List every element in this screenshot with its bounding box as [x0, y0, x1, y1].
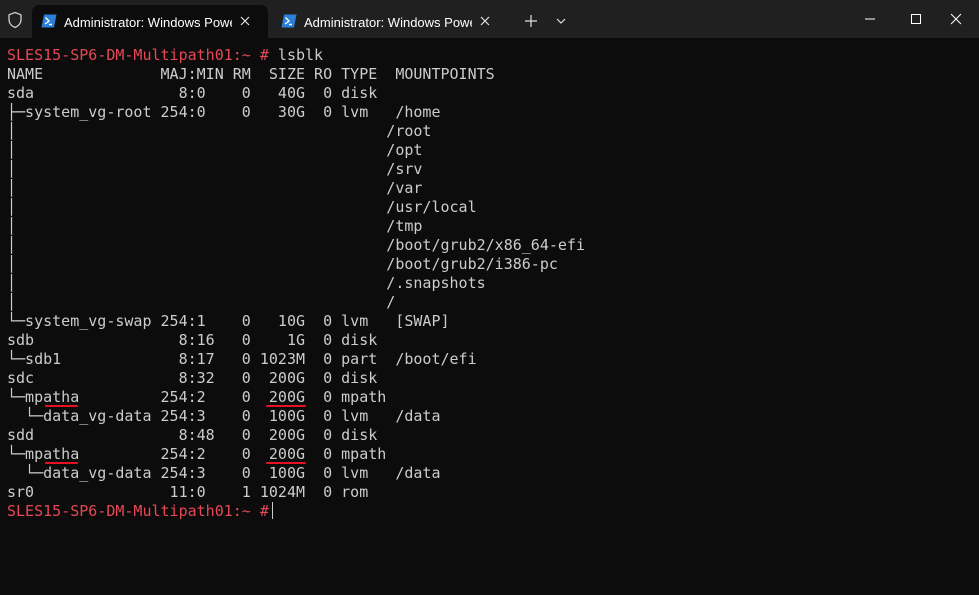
- output-row: │ /opt: [7, 141, 423, 159]
- shell-prompt: SLES15-SP6-DM-Multipath01:~ #: [7, 502, 269, 520]
- text-cursor: [271, 502, 273, 519]
- size-underline: [266, 462, 306, 464]
- output-row: │ /var: [7, 179, 423, 197]
- title-bar: Administrator: Windows PowerShell Admini…: [0, 0, 979, 38]
- tab-title: Administrator: Windows PowerShell: [64, 15, 232, 30]
- output-row: └─data_vg-data 254:3 0 100G 0 lvm /data: [7, 407, 441, 425]
- powershell-icon: [281, 14, 297, 28]
- tab-powershell-1[interactable]: Administrator: Windows PowerShell: [32, 5, 268, 38]
- close-button[interactable]: [933, 0, 979, 38]
- output-row: │ /srv: [7, 160, 423, 178]
- close-tab-icon[interactable]: [238, 14, 252, 28]
- output-row: │ /root: [7, 122, 432, 140]
- maximize-icon: [911, 14, 921, 24]
- output-row: │ /boot/grub2/i386-pc: [7, 255, 558, 273]
- output-row: │ /: [7, 293, 396, 311]
- output-row: sr0 11:0 1 1024M 0 rom: [7, 483, 369, 501]
- command-text: lsblk: [268, 46, 324, 64]
- output-row: sdc 8:32 0 200G 0 disk: [7, 369, 378, 387]
- terminal-output[interactable]: SLES15-SP6-DM-Multipath01:~ # lsblk NAME…: [0, 38, 979, 595]
- shield-icon: [6, 11, 24, 29]
- output-row: sdd 8:48 0 200G 0 disk: [7, 426, 378, 444]
- minimize-icon: [865, 18, 875, 20]
- tab-title: Administrator: Windows PowerShell: [304, 15, 472, 30]
- output-row: sdb 8:16 0 1G 0 disk: [7, 331, 378, 349]
- prompt-line: SLES15-SP6-DM-Multipath01:~ #: [7, 502, 273, 521]
- output-row: │ /boot/grub2/x86_64-efi: [7, 236, 585, 254]
- output-row: │ /.snapshots: [7, 274, 486, 292]
- mpatha-underline: [45, 462, 78, 464]
- minimize-button[interactable]: [847, 0, 893, 38]
- shell-prompt: SLES15-SP6-DM-Multipath01:~ #: [7, 46, 269, 64]
- output-row: └─data_vg-data 254:3 0 100G 0 lvm /data: [7, 464, 441, 482]
- tab-powershell-2[interactable]: Administrator: Windows PowerShell: [272, 5, 508, 38]
- size-underline: [266, 405, 306, 407]
- powershell-icon: [41, 14, 57, 28]
- close-tab-icon[interactable]: [478, 14, 492, 28]
- output-row: └─system_vg-swap 254:1 0 10G 0 lvm [SWAP…: [7, 312, 450, 330]
- output-row: └─sdb1 8:17 0 1023M 0 part /boot/efi: [7, 350, 477, 368]
- command-line: SLES15-SP6-DM-Multipath01:~ # lsblk: [7, 46, 323, 65]
- output-row: │ /tmp: [7, 217, 423, 235]
- table-header: NAME MAJ:MIN RM SIZE RO TYPE MOUNTPOINTS: [7, 65, 495, 83]
- new-tab-button[interactable]: [519, 9, 543, 33]
- close-icon: [950, 13, 962, 25]
- output-row: │ /usr/local: [7, 198, 477, 216]
- mpatha-underline: [45, 405, 78, 407]
- output-row: sda 8:0 0 40G 0 disk: [7, 84, 378, 102]
- chevron-down-icon[interactable]: [551, 10, 571, 32]
- output-row: ├─system_vg-root 254:0 0 30G 0 lvm /home: [7, 103, 441, 121]
